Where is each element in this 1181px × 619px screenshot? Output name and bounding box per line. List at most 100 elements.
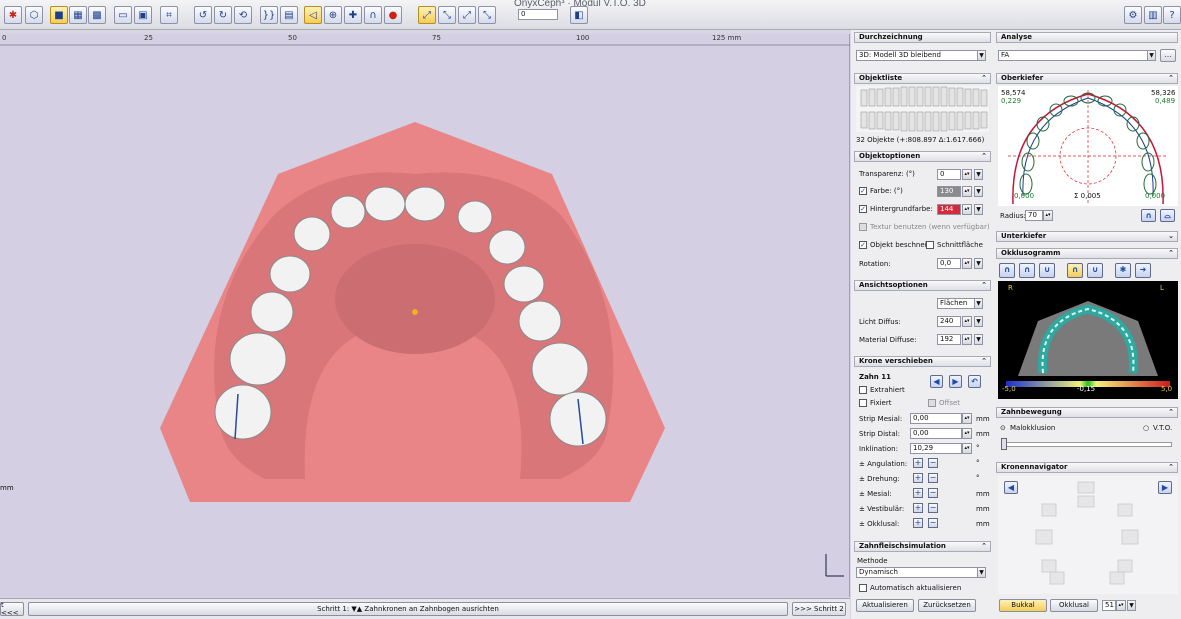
collapse-icon[interactable]: ⌃ [981,74,987,83]
minus-icon[interactable]: − [928,503,938,513]
plus-icon[interactable]: + [913,518,923,528]
hintergrund-input[interactable]: 144 [937,204,961,215]
movement-slider-track[interactable] [1002,442,1172,447]
chevron-down-icon[interactable]: ▼ [974,204,983,215]
step-input[interactable]: 0 [518,9,558,20]
collapse-icon[interactable]: ⌃ [1168,249,1174,258]
spinner-icon[interactable]: ▴▾ [962,316,972,327]
view-down-icon[interactable]: ⤡ [438,6,456,24]
spinner-icon[interactable]: ▴▾ [1116,600,1126,611]
chevron-down-icon[interactable]: ▼ [1147,50,1156,61]
plus-icon[interactable]: ✚ [344,6,362,24]
chevron-down-icon[interactable]: ▼ [977,50,986,61]
more-button[interactable]: … [1160,49,1176,62]
chevron-down-icon[interactable]: ▼ [974,298,983,309]
tooth-icon[interactable]: ⌓ [1160,209,1175,222]
strip-distal-input[interactable]: 0,00 [910,428,962,439]
logo-icon[interactable]: ✱ [4,6,22,24]
prev-step-button[interactable]: t <<< [0,601,24,617]
arch-icon[interactable]: ∩ [1141,209,1156,222]
chevron-down-icon[interactable]: ▼ [974,186,983,197]
arch-lower-select-icon[interactable]: ∪ [1087,263,1103,278]
view-front-icon[interactable]: ◧ [570,6,588,24]
offset-checkbox[interactable] [928,399,936,407]
bukkal-button[interactable]: Bukkal [999,599,1047,612]
analyse-select[interactable]: FA [998,50,1148,61]
arch-upper-icon[interactable]: ∩ [999,263,1015,278]
asterisk-icon[interactable]: ✱ [1115,263,1131,278]
collapse-icon[interactable]: ⌃ [981,281,987,290]
chevron-down-icon[interactable]: ▼ [974,169,983,180]
transparenz-input[interactable]: 0 [937,169,961,180]
radio-icon[interactable]: ○ [1143,424,1149,432]
occlusogram-view[interactable]: R L -5,0 -0,15 5,0 [998,281,1178,399]
layout-9-icon[interactable]: ▩ [88,6,106,24]
radius-input[interactable]: 70 [1025,210,1043,221]
plus-icon[interactable]: + [913,458,923,468]
material-input[interactable]: 192 [937,334,961,345]
next-step-button[interactable]: >>> Schritt 2 [792,602,846,616]
crop-icon[interactable]: ⌗ [160,6,178,24]
help-icon[interactable]: ? [1163,6,1181,24]
tooth-chart[interactable] [856,86,989,132]
select-icon[interactable]: ◁ [304,6,322,24]
3d-viewport[interactable]: 0 25 50 75 100 125 mm mm [0,34,850,597]
arrow-left-icon[interactable]: ◀ [930,375,943,388]
textur-checkbox[interactable] [859,223,867,231]
spinner-icon[interactable]: ▴▾ [1043,210,1053,221]
minus-icon[interactable]: − [928,518,938,528]
licht-input[interactable]: 240 [937,316,961,327]
arrow-right-icon[interactable]: ▶ [1158,481,1172,494]
minus-icon[interactable]: − [928,488,938,498]
arc-icon[interactable]: ∩ [364,6,382,24]
arch-select-icon[interactable]: ∩ [1067,263,1083,278]
spinner-icon[interactable]: ▴▾ [962,204,972,215]
extrahiert-checkbox[interactable] [859,386,867,394]
rotate-right-icon[interactable]: ↻ [214,6,232,24]
chevron-down-icon[interactable]: ▼ [974,258,983,269]
radio-selected-icon[interactable]: ⊙ [1000,424,1006,432]
hintergrund-checkbox[interactable]: ✓ [859,205,867,213]
layout-icon[interactable]: ▥ [1144,6,1162,24]
spinner-icon[interactable]: ▴▾ [962,428,972,439]
brackets-icon[interactable]: }} [260,6,278,24]
crown-navigator-pad[interactable]: ◀ ▶ [998,476,1178,594]
fixiert-checkbox[interactable] [859,399,867,407]
plus-icon[interactable]: + [913,503,923,513]
methode-select[interactable]: Dynamisch [856,567,978,578]
collapse-icon[interactable]: ⌃ [981,542,987,551]
arrow-right-icon[interactable]: ▶ [949,375,962,388]
rotate-free-icon[interactable]: ⟲ [234,6,252,24]
auto-update-checkbox[interactable] [859,584,867,592]
rotate-left-icon[interactable]: ↺ [194,6,212,24]
spinner-icon[interactable]: ▴▾ [962,186,972,197]
beschneid-checkbox[interactable]: ✓ [859,241,867,249]
view-right-icon[interactable]: ⤡ [478,6,496,24]
farbe-input[interactable]: 130 [937,186,961,197]
arrow-left-icon[interactable]: ◀ [1004,481,1018,494]
zuruecksetzen-button[interactable]: Zurücksetzen [918,599,976,612]
collapse-icon[interactable]: ⌃ [1168,463,1174,472]
arch-form-diagram[interactable] [998,86,1178,206]
slider-handle[interactable] [1001,438,1007,450]
chevron-down-icon[interactable]: ▼ [1127,600,1136,611]
plus-icon[interactable]: + [913,473,923,483]
collapse-icon[interactable]: ⌃ [1168,74,1174,83]
cube-icon[interactable]: ⬡ [25,6,43,24]
arrow-right-icon[interactable]: ➜ [1135,263,1151,278]
layout-1-icon[interactable]: ■ [50,6,68,24]
inklination-input[interactable]: 10,29 [910,443,962,454]
arch-lower-icon[interactable]: ∪ [1039,263,1055,278]
aktualisieren-button[interactable]: Aktualisieren [856,599,914,612]
record-icon[interactable]: ● [384,6,402,24]
spinner-icon[interactable]: ▴▾ [962,334,972,345]
chevron-down-icon[interactable]: ▼ [977,567,986,578]
dental-model[interactable] [0,34,850,597]
expand-icon[interactable]: ⌄ [1168,232,1174,241]
collapse-icon[interactable]: ⌃ [981,357,987,366]
grid-icon[interactable]: ▤ [280,6,298,24]
zoom-input[interactable]: 51 [1102,600,1116,611]
minus-icon[interactable]: − [928,473,938,483]
plus-icon[interactable]: + [913,488,923,498]
arch-outline-icon[interactable]: ∩ [1019,263,1035,278]
